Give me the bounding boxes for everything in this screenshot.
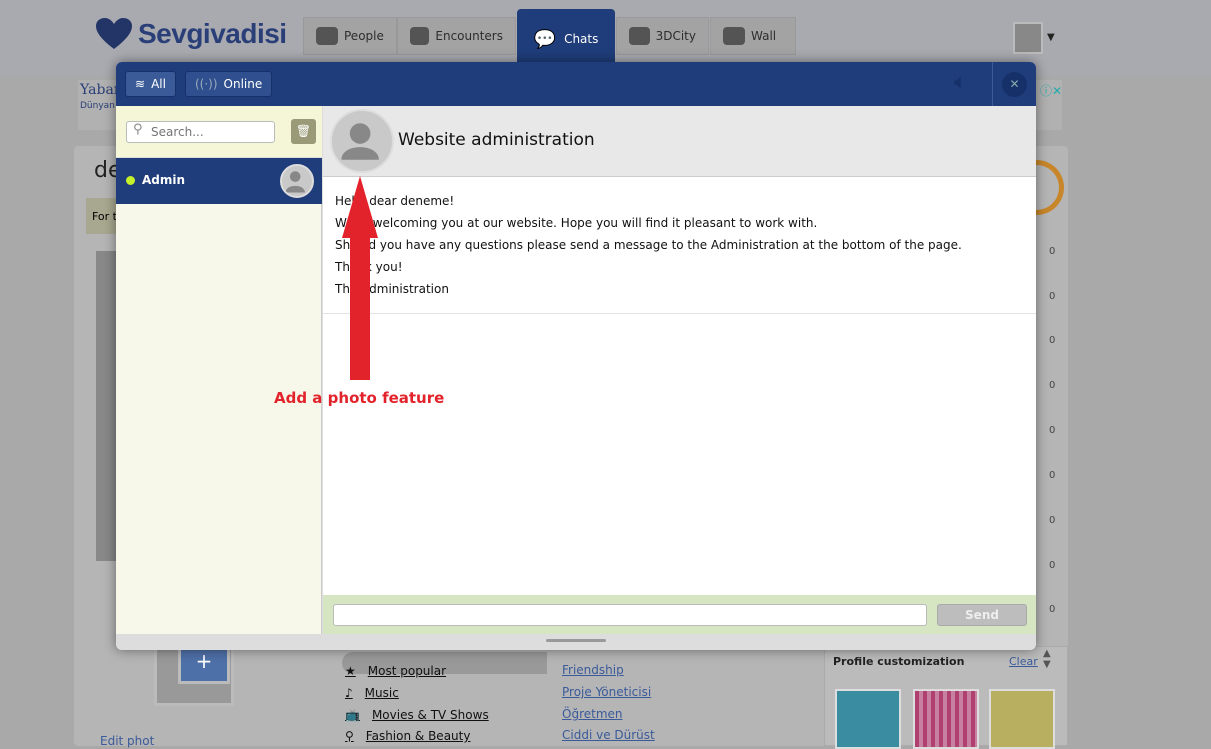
category-most-popular[interactable]: ★ Most popular xyxy=(345,664,446,678)
annotation-label: Add a photo feature xyxy=(274,389,445,407)
heart-icon xyxy=(96,18,132,49)
chat-bubbles-icon: 💬 xyxy=(533,28,557,50)
dice-icon xyxy=(410,27,430,45)
category-fashion[interactable]: ⚲ Fashion & Beauty xyxy=(345,729,470,743)
close-icon[interactable]: ✕ xyxy=(1002,72,1027,97)
count: 0 xyxy=(1049,291,1056,302)
conversation: Website administration Hello dear deneme… xyxy=(323,106,1036,634)
tv-icon: 📺 xyxy=(345,708,360,722)
nav-label: 3DCity xyxy=(655,29,696,43)
count: 0 xyxy=(1049,470,1056,481)
nav-wall[interactable]: Wall xyxy=(710,17,796,55)
conversation-title: Website administration xyxy=(398,130,595,150)
star-icon: ★ xyxy=(345,664,356,678)
resize-bar[interactable] xyxy=(116,634,1036,650)
conversation-header: Website administration xyxy=(323,106,1036,177)
interest-link[interactable]: Öğretmen xyxy=(562,707,623,721)
sound-icon[interactable]: 🔈︎ xyxy=(954,70,967,95)
message-line: Should you have any questions please sen… xyxy=(335,238,962,252)
interest-link[interactable]: Proje Yöneticisi xyxy=(562,685,651,699)
nav-label: Wall xyxy=(751,29,777,43)
search-icon: ⚲ xyxy=(133,122,143,137)
message-line: The Administration xyxy=(335,282,449,296)
interest-link[interactable]: Friendship xyxy=(562,663,624,677)
chat-header: ≋ All ((·)) Online 🔈︎ ✕ xyxy=(116,62,1036,106)
caret-down-icon[interactable]: ▼ xyxy=(1047,32,1055,43)
trash-icon: 🗑︎ xyxy=(295,124,312,138)
message-list: Hello dear deneme! We're welcoming you a… xyxy=(335,190,962,300)
ad-sub: Dünyan xyxy=(80,101,115,111)
compose-bar: Send xyxy=(323,595,1036,634)
layers-icon: ≋ xyxy=(135,77,146,91)
conversation-avatar[interactable] xyxy=(330,109,394,173)
broadcast-icon: ((·)) xyxy=(195,77,218,91)
red-arrow-annotation xyxy=(342,176,378,380)
contact-item[interactable]: Admin xyxy=(116,158,322,204)
tab-online[interactable]: ((·)) Online xyxy=(185,71,273,97)
count: 0 xyxy=(1049,604,1056,615)
send-button[interactable]: Send xyxy=(937,604,1027,626)
message-line: Hello dear deneme! xyxy=(335,194,455,208)
chat-modal: ≋ All ((·)) Online 🔈︎ ✕ ⚲ 🗑︎ Admin Website… xyxy=(116,62,1036,650)
tab-all[interactable]: ≋ All xyxy=(125,71,176,97)
nav-label: Encounters xyxy=(435,29,503,43)
ad-close-icon[interactable]: ⓘ✕ xyxy=(1040,82,1062,99)
user-avatar[interactable] xyxy=(1013,22,1043,54)
count: 0 xyxy=(1049,380,1056,391)
nav-label: Chats xyxy=(564,32,599,46)
category-movies[interactable]: 📺 Movies & TV Shows xyxy=(345,708,489,722)
theme-swatch[interactable] xyxy=(913,689,979,749)
message-input[interactable] xyxy=(333,604,927,626)
add-photo-icon[interactable]: + xyxy=(178,646,230,684)
nav-people[interactable]: People xyxy=(303,17,397,55)
nav-label: People xyxy=(344,29,384,43)
edit-photo-link[interactable]: Edit phot xyxy=(100,734,154,748)
contacts-sidebar: ⚲ 🗑︎ Admin xyxy=(116,106,322,634)
divider xyxy=(323,313,1036,314)
people-icon xyxy=(316,27,338,45)
count: 0 xyxy=(1049,515,1056,526)
search-input[interactable] xyxy=(126,121,275,143)
customization-panel: Profile customization Clear xyxy=(824,646,1068,749)
list-icon xyxy=(723,27,745,45)
music-note-icon: ♪ xyxy=(345,686,353,700)
category-label: Movies & TV Shows xyxy=(371,708,489,722)
theme-swatch[interactable] xyxy=(835,689,901,749)
hanger-icon: ⚲ xyxy=(345,729,354,743)
3d-glasses-icon xyxy=(629,27,650,45)
category-label: Most popular xyxy=(367,664,447,678)
clear-link[interactable]: Clear xyxy=(1009,655,1038,668)
theme-swatch[interactable] xyxy=(989,689,1055,749)
category-label: Fashion & Beauty xyxy=(365,729,471,743)
category-music[interactable]: ♪ Music xyxy=(345,686,399,700)
count: 0 xyxy=(1049,246,1056,257)
site-logo[interactable]: Sevgivadisi xyxy=(96,18,287,50)
message-line: We're welcoming you at our website. Hope… xyxy=(335,216,818,230)
nav-chats[interactable]: 💬 Chats xyxy=(517,9,615,69)
count: 0 xyxy=(1049,335,1056,346)
customization-title: Profile customization xyxy=(833,655,965,668)
count: 0 xyxy=(1049,425,1056,436)
count: 0 xyxy=(1049,560,1056,571)
nav-encounters[interactable]: Encounters xyxy=(397,17,516,55)
category-label: Music xyxy=(364,686,399,700)
logo-text: Sevgivadisi xyxy=(138,18,287,49)
divider xyxy=(992,62,993,106)
online-status-dot xyxy=(126,176,135,185)
contact-avatar xyxy=(280,164,314,198)
resize-handle[interactable] xyxy=(546,639,606,642)
nav-3dcity[interactable]: 3DCity xyxy=(616,17,709,55)
tab-label: Online xyxy=(223,77,263,91)
message-line: Thank you! xyxy=(335,260,403,274)
scroll-arrows-icon[interactable]: ▲ ▼ xyxy=(1043,648,1051,670)
trash-button[interactable]: 🗑︎ xyxy=(291,119,316,144)
tab-label: All xyxy=(151,77,166,91)
contact-name: Admin xyxy=(142,173,186,187)
